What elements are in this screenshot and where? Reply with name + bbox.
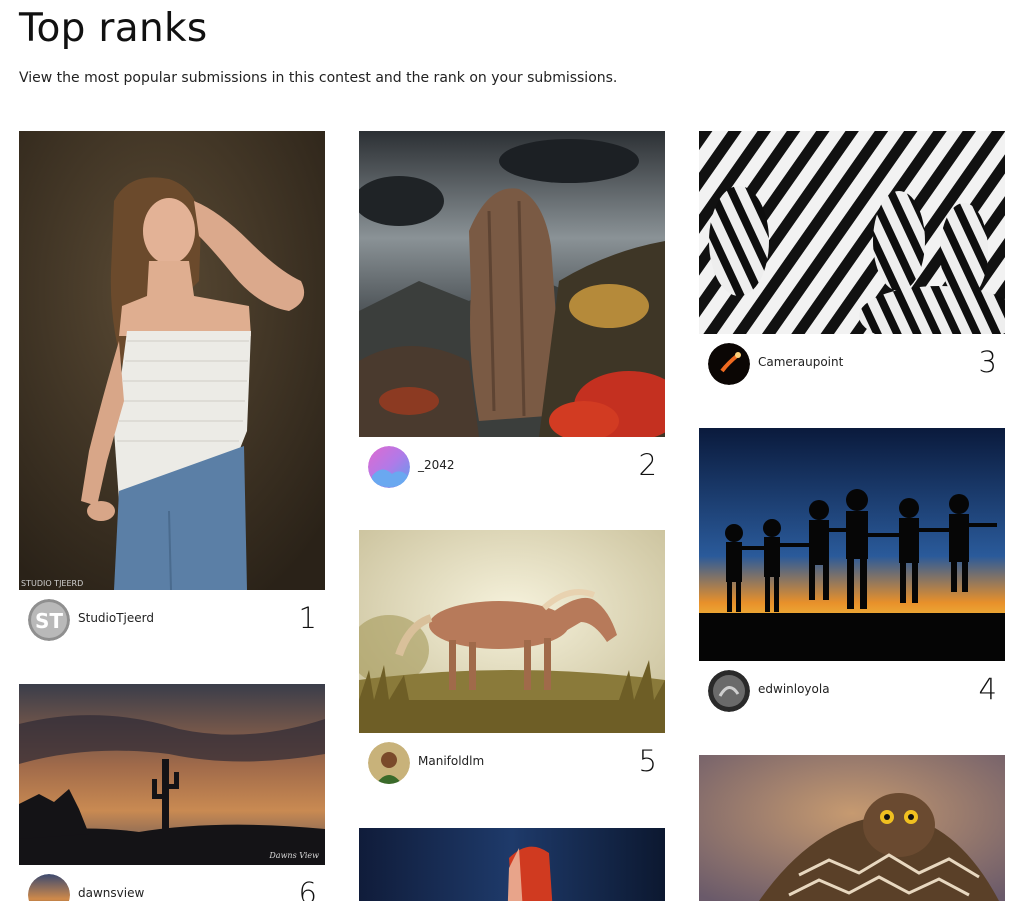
rank-number: 6	[298, 876, 317, 901]
username-link[interactable]: edwinloyola	[758, 682, 830, 696]
rank-number: 4	[978, 672, 997, 706]
submission-photo[interactable]	[699, 755, 1005, 901]
submission-card-rank-5[interactable]: Manifoldlm 5	[359, 530, 665, 793]
submission-card[interactable]	[359, 828, 665, 901]
submission-photo[interactable]: STUDIO TJEERD	[19, 131, 325, 590]
page-subtitle: View the most popular submissions in thi…	[19, 70, 618, 86]
submission-photo[interactable]: Dawns View	[19, 684, 325, 865]
avatar-initials: ST	[35, 609, 63, 633]
user-avatar[interactable]	[708, 343, 750, 385]
submission-card-rank-2[interactable]: _2042 2	[359, 131, 665, 497]
user-avatar[interactable]: ST	[28, 599, 70, 641]
rank-number: 1	[298, 601, 317, 635]
username-link[interactable]: dawnsview	[78, 886, 144, 900]
username-link[interactable]: Cameraupoint	[758, 355, 843, 369]
submission-meta: ST StudioTjeerd 1	[19, 590, 325, 650]
rank-number: 5	[638, 744, 657, 778]
top-ranks-page: Top ranks View the most popular submissi…	[0, 0, 1024, 901]
rank-number: 2	[638, 448, 657, 482]
photo-watermark: STUDIO TJEERD	[21, 579, 84, 588]
submission-photo[interactable]	[359, 131, 665, 437]
submission-card-rank-6[interactable]: Dawns View dawnsview 6	[19, 684, 325, 901]
page-title: Top ranks	[19, 6, 208, 51]
submission-card[interactable]	[699, 755, 1005, 901]
user-avatar[interactable]	[368, 742, 410, 784]
submission-card-rank-1[interactable]: STUDIO TJEERD ST StudioTjeerd 1	[19, 131, 325, 650]
user-avatar[interactable]	[28, 874, 70, 901]
submission-meta: _2042 2	[359, 437, 665, 497]
submission-photo[interactable]	[699, 131, 1005, 334]
username-link[interactable]: StudioTjeerd	[78, 611, 154, 625]
username-link[interactable]: _2042	[418, 458, 455, 472]
rank-number: 3	[978, 345, 997, 379]
submission-meta: Cameraupoint 3	[699, 334, 1005, 394]
submission-card-rank-4[interactable]: edwinloyola 4	[699, 428, 1005, 721]
submission-meta: edwinloyola 4	[699, 661, 1005, 721]
submission-photo[interactable]	[359, 828, 665, 901]
user-avatar[interactable]	[708, 670, 750, 712]
submission-meta: Manifoldlm 5	[359, 733, 665, 793]
user-avatar[interactable]	[368, 446, 410, 488]
photo-watermark: Dawns View	[269, 851, 319, 860]
username-link[interactable]: Manifoldlm	[418, 754, 484, 768]
submission-photo[interactable]	[699, 428, 1005, 661]
submission-photo[interactable]	[359, 530, 665, 733]
submission-card-rank-3[interactable]: Cameraupoint 3	[699, 131, 1005, 394]
submission-meta: dawnsview 6	[19, 865, 325, 901]
